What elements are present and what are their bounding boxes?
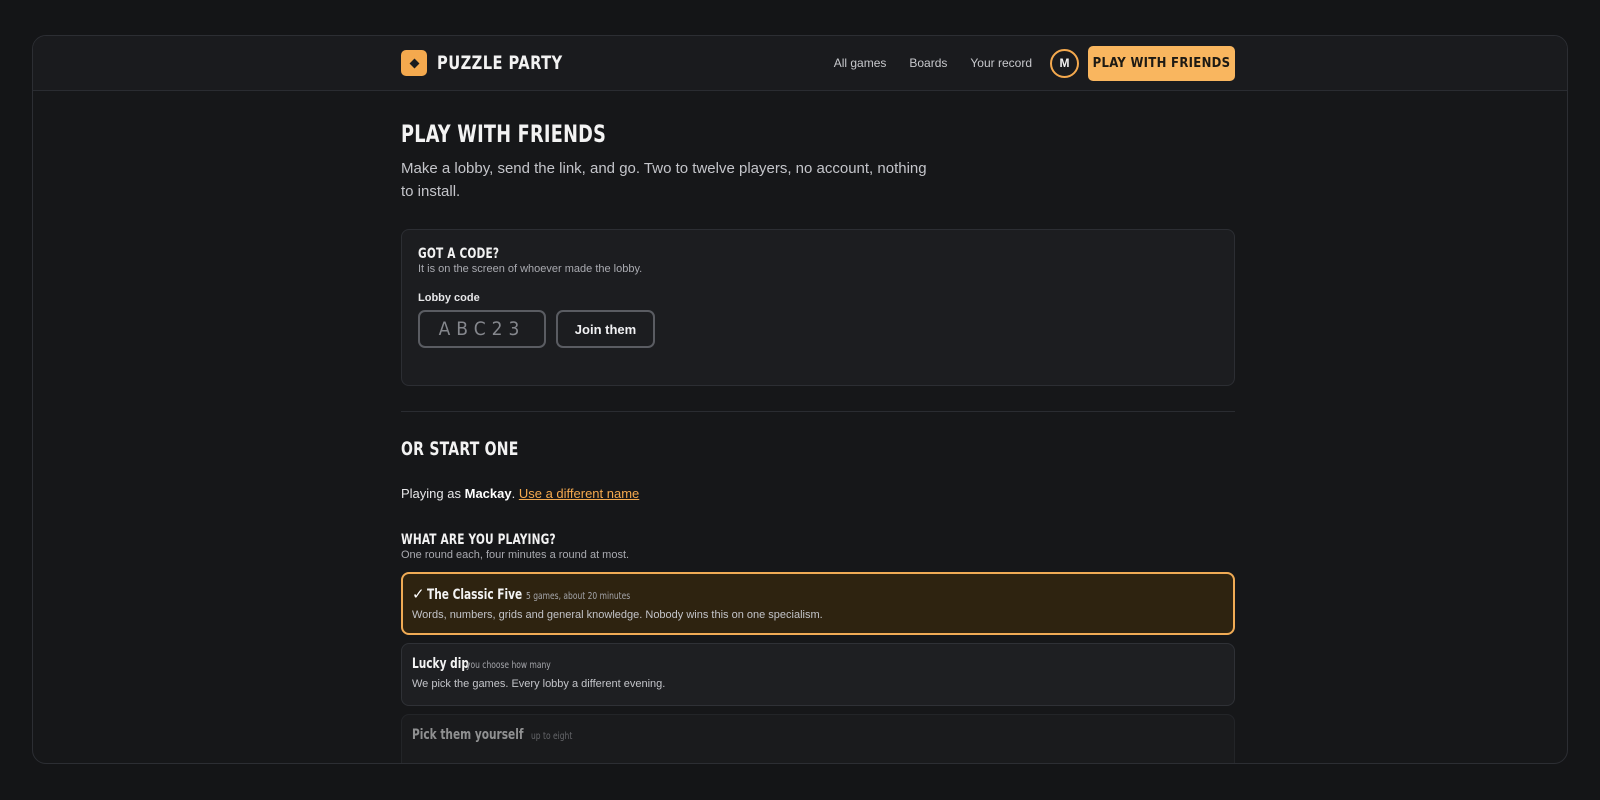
playing-as-line: Playing as Mackay. Use a different name	[401, 486, 1235, 501]
option-description: Words, numbers, grids and general knowle…	[412, 609, 823, 621]
brand-name: PUZZLE PARTY	[437, 52, 563, 74]
main-nav: All games Boards Your record M PLAY WITH…	[834, 45, 1235, 81]
page-lede: Make a lobby, send the link, and go. Two…	[401, 160, 927, 200]
nav-all-games[interactable]: All games	[834, 56, 887, 70]
playing-as-prefix: Playing as	[401, 486, 461, 501]
option-title: Pick them yourself	[412, 727, 524, 743]
section-divider	[401, 411, 1235, 412]
option-title: Lucky dip	[412, 656, 469, 672]
playing-as-suffix: .	[511, 486, 516, 501]
player-name: Mackay	[464, 486, 512, 501]
brand-logo[interactable]: PUZZLE PARTY	[401, 50, 583, 76]
app-window: PUZZLE PARTY All games Boards Your recor…	[32, 35, 1568, 764]
nav-your-record[interactable]: Your record	[970, 56, 1032, 70]
join-card-title: GOT A CODE?	[418, 246, 500, 262]
option-pick-yourself[interactable]: Pick them yourself up to eight	[401, 714, 1235, 763]
option-description: We pick the games. Every lobby a differe…	[412, 678, 666, 690]
page-title: PLAY WITH FRIENDS	[401, 120, 607, 148]
option-title: The Classic Five	[426, 587, 522, 603]
join-lobby-button[interactable]: Join them	[556, 310, 655, 348]
option-classic-five[interactable]: ✓ The Classic Five 5 games, about 20 min…	[401, 572, 1235, 635]
top-bar: PUZZLE PARTY All games Boards Your recor…	[33, 36, 1567, 91]
option-lucky-dip[interactable]: Lucky dip you choose how many We pick th…	[401, 643, 1235, 706]
option-meta: you choose how many	[465, 660, 551, 671]
option-meta: up to eight	[530, 731, 572, 742]
game-choice-title: WHAT ARE YOU PLAYING?	[401, 532, 556, 548]
play-with-friends-button[interactable]: PLAY WITH FRIENDS	[1088, 45, 1235, 81]
avatar[interactable]: M	[1050, 48, 1079, 78]
main-content: PLAY WITH FRIENDS Make a lobby, send the…	[401, 91, 1235, 763]
nav-boards[interactable]: Boards	[909, 56, 947, 70]
logo-diamond-icon	[401, 50, 427, 76]
lobby-code-label: Lobby code	[418, 292, 480, 304]
change-name-link[interactable]: Use a different name	[519, 486, 639, 501]
check-icon: ✓	[412, 586, 425, 603]
join-lobby-card: GOT A CODE? It is on the screen of whoev…	[401, 229, 1235, 386]
lobby-code-input[interactable]	[418, 310, 546, 348]
start-section-title: OR START ONE	[401, 438, 519, 460]
join-card-subtitle: It is on the screen of whoever made the …	[418, 263, 643, 275]
option-meta: 5 games, about 20 minutes	[525, 591, 631, 602]
game-choice-subtitle: One round each, four minutes a round at …	[401, 549, 630, 561]
